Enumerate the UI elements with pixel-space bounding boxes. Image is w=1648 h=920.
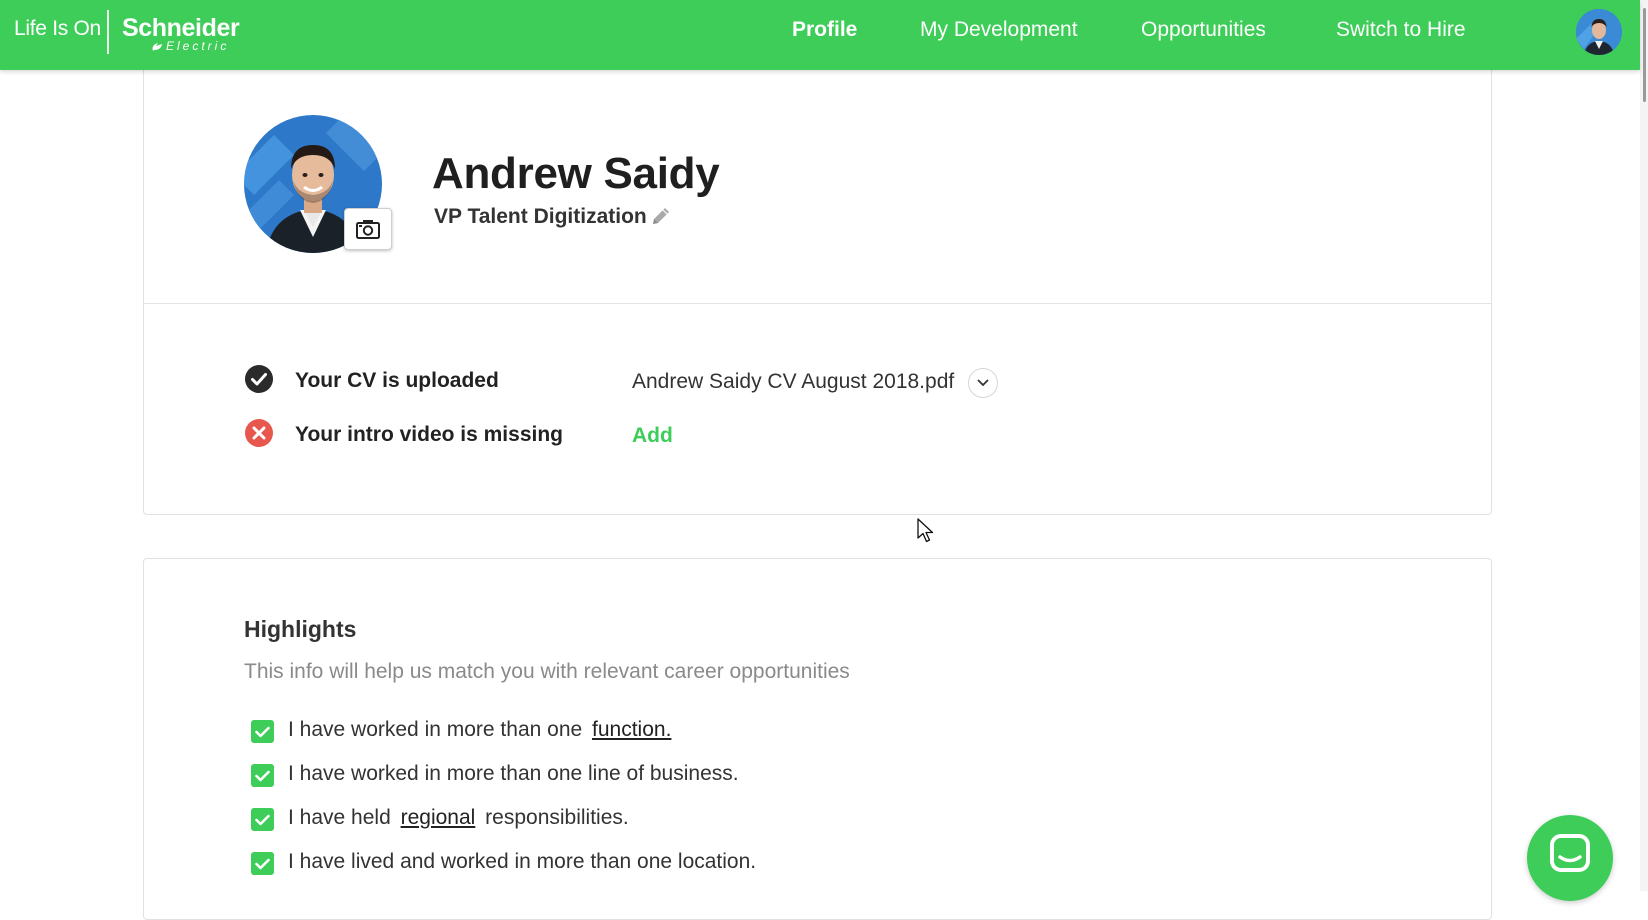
brand-tagline: Life Is On <box>14 17 101 40</box>
pencil-icon[interactable] <box>649 204 673 228</box>
add-video-link[interactable]: Add <box>632 424 673 448</box>
highlights-title: Highlights <box>244 616 357 642</box>
nav-switch-to-hire[interactable]: Switch to Hire <box>1336 18 1466 42</box>
chat-launcher-button[interactable] <box>1527 815 1613 901</box>
highlight-checkbox[interactable] <box>251 720 274 743</box>
check-circle-icon <box>245 365 273 393</box>
nav-opportunities[interactable]: Opportunities <box>1141 18 1266 42</box>
function-link[interactable]: function. <box>592 718 671 741</box>
profile-name: Andrew Saidy <box>432 149 720 198</box>
brand-logo-mark-icon <box>152 43 162 51</box>
user-avatar-icon[interactable] <box>1576 9 1622 55</box>
highlight-text-part: responsibilities. <box>485 806 629 829</box>
logo-divider <box>107 10 109 54</box>
checkmark-icon <box>255 770 270 781</box>
nav-my-development[interactable]: My Development <box>920 18 1078 42</box>
checkmark-icon <box>255 858 270 869</box>
highlight-checkbox[interactable] <box>251 764 274 787</box>
chevron-down-icon <box>977 379 989 387</box>
profile-job-title: VP Talent Digitization <box>434 205 647 228</box>
highlight-text-part: I have held <box>288 806 391 829</box>
checkmark-icon <box>255 726 270 737</box>
change-photo-button[interactable] <box>344 208 392 250</box>
highlight-checkbox[interactable] <box>251 852 274 875</box>
checkmark-icon <box>255 814 270 825</box>
top-navigation-bar: Life Is On Schneider Electric Profile My… <box>0 0 1640 70</box>
error-circle-icon <box>245 419 273 447</box>
chat-icon <box>1550 834 1590 872</box>
video-status-text: Your intro video is missing <box>295 423 563 446</box>
regional-link[interactable]: regional <box>401 806 476 829</box>
cv-options-button[interactable] <box>968 368 998 398</box>
brand-logo-subtitle: Electric <box>166 39 230 53</box>
highlight-text: I have lived and worked in more than one… <box>288 850 757 873</box>
highlight-text: I have worked in more than one line of b… <box>288 762 739 785</box>
highlight-text: I have held regional responsibilities. <box>288 806 629 830</box>
cv-status-text: Your CV is uploaded <box>295 369 499 392</box>
nav-profile[interactable]: Profile <box>792 18 857 42</box>
page-scrollbar[interactable] <box>1640 0 1648 891</box>
highlight-text: I have worked in more than one function. <box>288 718 675 742</box>
highlights-subtitle: This info will help us match you with re… <box>244 660 850 683</box>
camera-icon <box>356 220 380 239</box>
profile-card: Andrew Saidy VP Talent Digitization Your… <box>143 40 1492 515</box>
mouse-cursor-icon <box>917 518 934 543</box>
highlight-text-part: I have worked in more than one <box>288 718 583 741</box>
highlights-card: Highlights This info will help us match … <box>143 558 1492 920</box>
page-scrollbar-thumb[interactable] <box>1643 8 1646 102</box>
card-divider <box>144 303 1491 304</box>
highlight-checkbox[interactable] <box>251 808 274 831</box>
cv-file-link[interactable]: Andrew Saidy CV August 2018.pdf <box>632 370 954 394</box>
